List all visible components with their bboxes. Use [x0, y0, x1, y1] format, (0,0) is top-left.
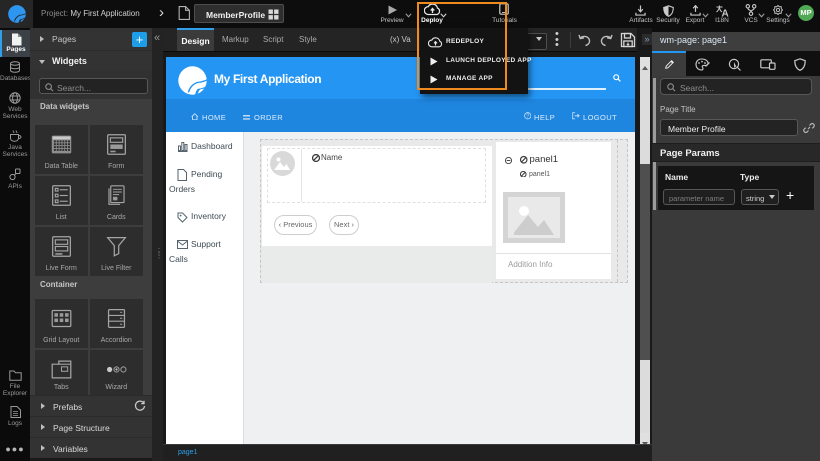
svg-text:A: A: [722, 8, 729, 17]
svg-text:?: ?: [526, 114, 529, 120]
